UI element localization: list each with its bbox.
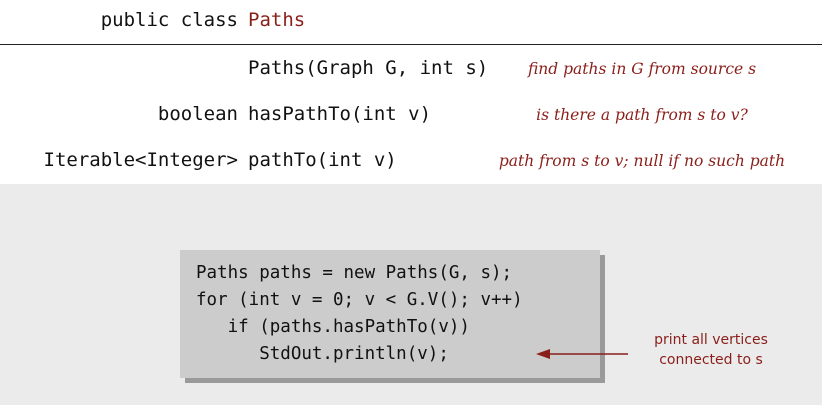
api-row-haspathto: boolean hasPathTo(int v) is there a path… [0, 94, 822, 138]
left-arrow-icon [536, 349, 628, 359]
code-line: Paths paths = new Paths(G, s); [196, 263, 513, 283]
code-line: if (paths.hasPathTo(v)) [196, 317, 470, 337]
class-name: Paths [248, 9, 306, 31]
api-row-pathto: Iterable<Integer> pathTo(int v) path fro… [0, 140, 822, 184]
api-header: public class Paths [0, 0, 822, 44]
annotation-label: print all vertices connected to s [640, 330, 782, 370]
api-row-constructor: Paths(Graph G, int s) find paths in G fr… [0, 48, 822, 92]
header-keywords: public class [100, 9, 238, 31]
method-signature: Paths(Graph G, int s) [248, 57, 489, 79]
return-type: boolean [157, 103, 238, 125]
method-description: is there a path from s to v? [536, 106, 748, 124]
api-table: public class Paths Paths(Graph G, int s)… [0, 0, 822, 184]
annotation-line: print all vertices [654, 332, 768, 348]
code-line: StdOut.println(v); [196, 344, 449, 364]
code-line: for (int v = 0; v < G.V(); v++) [196, 290, 523, 310]
method-description: find paths in G from source s [527, 60, 757, 78]
return-type: Iterable<Integer> [43, 149, 238, 171]
method-signature: hasPathTo(int v) [248, 103, 432, 125]
annotation-line: connected to s [659, 352, 763, 368]
header-divider [0, 44, 822, 45]
method-signature: pathTo(int v) [248, 149, 397, 171]
method-description: path from s to v; null if no such path [498, 152, 786, 170]
